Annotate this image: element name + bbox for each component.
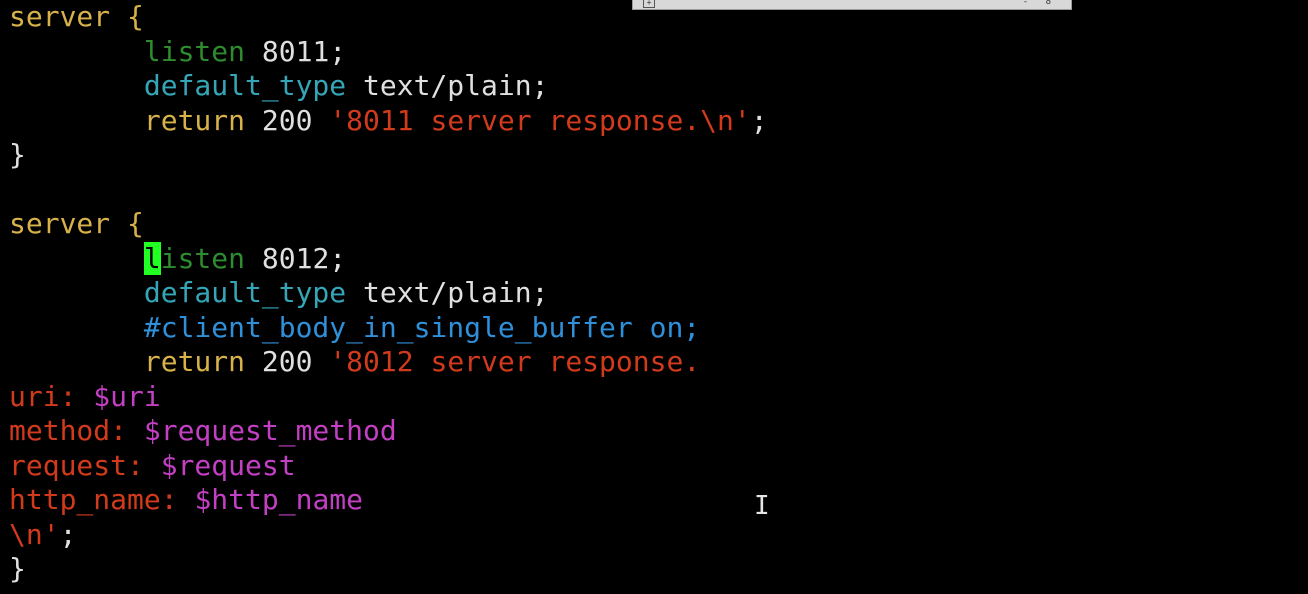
code-token: request:	[9, 448, 161, 482]
code-line[interactable]: }	[9, 552, 768, 587]
code-token: }	[9, 552, 26, 585]
code-token: server {	[9, 207, 144, 240]
code-token: uri:	[9, 379, 94, 413]
code-line[interactable]: }	[9, 138, 768, 173]
code-token: 200	[245, 345, 330, 378]
code-token: return	[143, 345, 246, 378]
code-token: 8012;	[245, 241, 347, 275]
code-line[interactable]: default_type text/plain;	[9, 276, 768, 311]
window-controls[interactable]: - 8	[1023, 0, 1057, 7]
code-token: '8012 server response.	[329, 345, 701, 378]
code-token: return	[143, 103, 246, 137]
code-line[interactable]: \n';	[9, 518, 768, 553]
code-token: ;	[59, 517, 77, 551]
code-line[interactable]: http_name: $http_name	[9, 483, 768, 518]
terminal-screen: + - 8 server { listen 8011; default_type…	[0, 0, 1308, 594]
code-line[interactable]: default_type text/plain;	[9, 69, 768, 104]
code-token: \n'	[9, 517, 60, 551]
code-token: '8011 server response.\n'	[329, 103, 751, 137]
code-line[interactable]: return 200 '8011 server response.\n';	[9, 104, 768, 139]
text-cursor: l	[143, 241, 161, 275]
code-token: ;	[750, 103, 768, 137]
code-line[interactable]: server {	[9, 0, 768, 35]
code-line[interactable]: #client_body_in_single_buffer on;	[9, 311, 768, 346]
code-line[interactable]: request: $request	[9, 449, 768, 484]
text-ibeam-cursor-icon: I	[754, 491, 770, 521]
code-line[interactable]: method: $request_method	[9, 414, 768, 449]
code-token: text/plain;	[346, 276, 549, 309]
code-token: isten	[160, 241, 246, 275]
code-line[interactable]: listen 8012;	[9, 241, 768, 277]
code-line[interactable]: return 200 '8012 server response.	[9, 345, 768, 380]
code-line[interactable]: listen 8011;	[9, 35, 768, 70]
code-token: http_name:	[9, 483, 195, 516]
code-token: text/plain;	[346, 69, 549, 102]
code-token: default_type	[143, 276, 347, 309]
code-line[interactable]	[9, 173, 768, 208]
code-line[interactable]: server {	[9, 207, 768, 242]
code-token: default_type	[143, 69, 347, 102]
code-token: listen	[143, 34, 246, 68]
code-token: #client_body_in_single_buffer on;	[143, 310, 701, 344]
code-line[interactable]: uri: $uri	[9, 380, 768, 415]
code-token: $uri	[93, 379, 161, 413]
code-token: 8011;	[245, 34, 347, 68]
code-token: $http_name	[194, 483, 364, 516]
code-token: $request_method	[143, 414, 397, 447]
code-token: $request	[160, 448, 296, 482]
code-token: 200	[245, 103, 330, 137]
code-token: method:	[9, 414, 144, 447]
code-editor[interactable]: server { listen 8011; default_type text/…	[9, 0, 768, 587]
code-token: }	[9, 138, 26, 171]
code-token: server {	[9, 0, 144, 33]
